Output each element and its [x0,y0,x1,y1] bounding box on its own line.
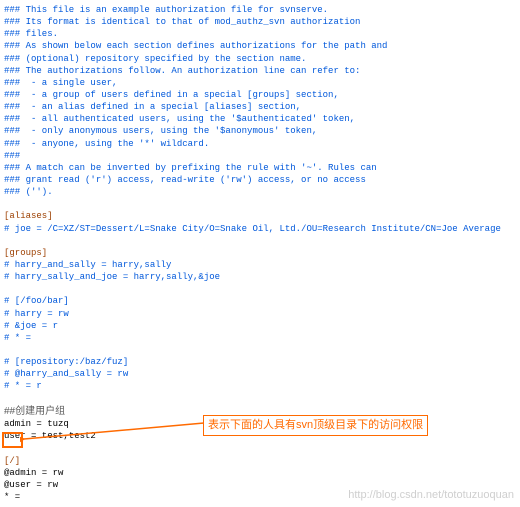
groups-lines: # harry_and_sally = harry,sally # harry_… [4,260,220,282]
repo-section: # [repository:/baz/fuz] # @harry_and_sal… [4,357,128,391]
watermark-text: http://blog.csdn.net/tototuzuoquan [348,488,514,503]
root-section-lines: @admin = rw @user = rw * = [4,468,63,502]
create-group-note: ##创建用户组 [4,406,65,417]
top-comment-block: ### This file is an example authorizatio… [4,5,387,197]
foo-section: # [/foo/bar] # harry = rw # &joe = r # *… [4,296,69,342]
callout-annotation: 表示下面的人具有svn顶级目录下的访问权限 [203,415,428,436]
groups-header: [groups] [4,248,47,258]
aliases-line: # joe = /C=XZ/ST=Dessert/L=Snake City/O=… [4,224,501,234]
highlight-box [2,432,23,448]
aliases-header: [aliases] [4,211,53,221]
root-section-header: [/] [4,456,20,466]
